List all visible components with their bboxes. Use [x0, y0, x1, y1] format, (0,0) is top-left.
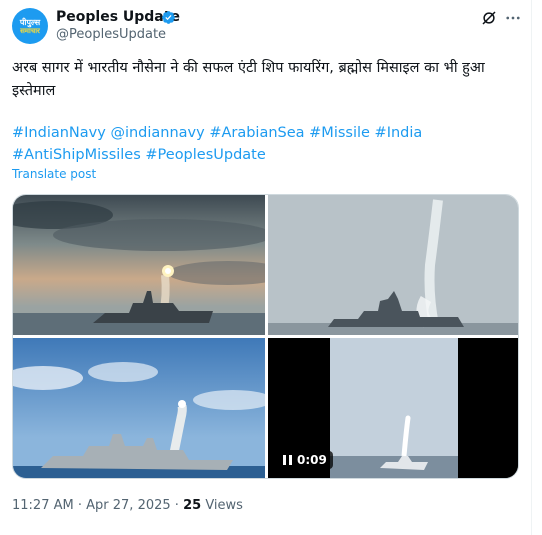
video-timer: 0:09	[277, 451, 333, 469]
views-count: 25	[183, 498, 202, 513]
tweet-card[interactable]: पीपुल्स समाचार Peoples Update @PeoplesUp…	[0, 0, 532, 535]
hashtag-link[interactable]: #ArabianSea	[209, 125, 304, 141]
mention-link[interactable]: @indiannavy	[110, 125, 204, 141]
hashtag-link[interactable]: #Missile	[309, 125, 370, 141]
more-icon[interactable]	[504, 9, 522, 27]
media-photo-3[interactable]	[13, 338, 265, 478]
media-video[interactable]: 0:09	[268, 338, 518, 478]
translate-post-link[interactable]: Translate post	[12, 167, 96, 181]
hashtag-list: #IndianNavy @indiannavy #ArabianSea #Mis…	[12, 122, 517, 166]
verified-badge-icon	[162, 11, 175, 24]
meta-separator: ·	[174, 498, 179, 513]
media-photo-1[interactable]	[13, 195, 265, 335]
hashtag-link[interactable]: #PeoplesUpdate	[145, 147, 265, 163]
post-date[interactable]: Apr 27, 2025	[86, 498, 171, 513]
pause-icon[interactable]	[283, 455, 292, 465]
author-handle[interactable]: @PeoplesUpdate	[56, 27, 166, 43]
views-label: Views	[205, 498, 243, 513]
tweet-text: अरब सागर में भारतीय नौसेना ने की सफल एंट…	[12, 60, 485, 99]
avatar-text-top: पीपुल्स	[19, 17, 41, 27]
hashtag-link[interactable]: #IndianNavy	[12, 125, 106, 141]
post-time[interactable]: 11:27 AM	[12, 498, 74, 513]
media-photo-2[interactable]	[268, 195, 518, 335]
hashtag-link[interactable]: #AntiShipMissiles	[12, 147, 141, 163]
post-meta: 11:27 AM · Apr 27, 2025 · 25 Views	[12, 498, 243, 513]
video-duration: 0:09	[297, 453, 327, 467]
hashtag-link[interactable]: #India	[375, 125, 423, 141]
avatar[interactable]: पीपुल्स समाचार	[12, 8, 48, 44]
grok-icon[interactable]	[480, 9, 498, 27]
avatar-text-bottom: समाचार	[20, 26, 40, 35]
meta-separator: ·	[77, 498, 82, 513]
media-grid: 0:09	[12, 194, 519, 479]
